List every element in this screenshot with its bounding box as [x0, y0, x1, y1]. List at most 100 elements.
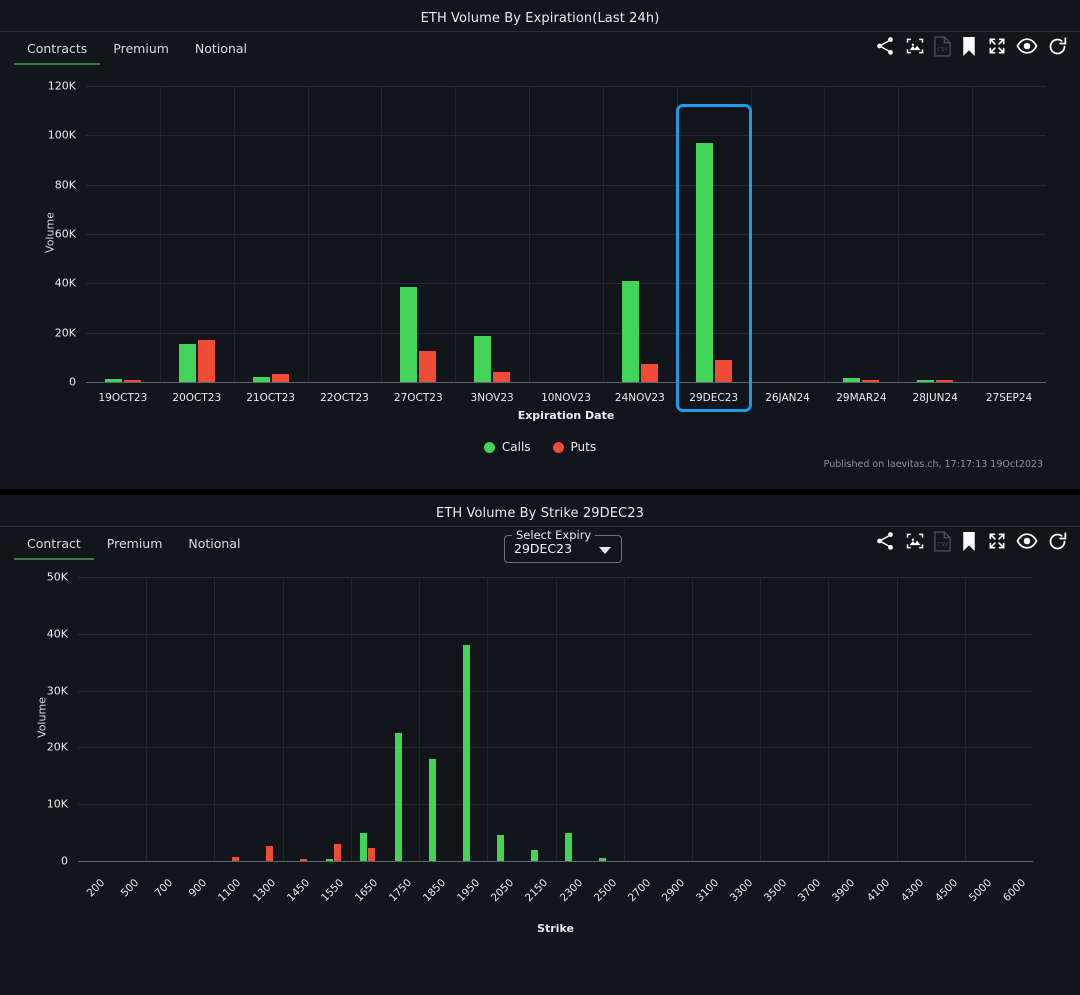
bar-calls-24NOV23[interactable] [621, 280, 639, 382]
bar-puts-29DEC23[interactable] [714, 359, 732, 382]
fullscreen-icon[interactable] [987, 531, 1007, 551]
chevron-down-icon [599, 547, 611, 554]
bar-puts-1450[interactable] [300, 859, 308, 861]
x-gridline [307, 86, 309, 382]
panel-title-2: ETH Volume By Strike 29DEC23 [436, 506, 644, 521]
csv-icon: CSV [934, 530, 951, 552]
bar-calls-1850[interactable] [428, 758, 436, 861]
bar-puts-29MAR24[interactable] [862, 380, 880, 382]
bar-puts-1300[interactable] [266, 845, 274, 861]
x-gridline [350, 577, 352, 861]
y-gridline [86, 135, 1046, 137]
x-gridline [896, 577, 898, 861]
x-gridline [282, 577, 284, 861]
selected-expiry-highlight [675, 103, 752, 412]
y-axis-tick-label: 40K [46, 627, 68, 641]
bar-calls-27OCT23[interactable] [400, 287, 418, 382]
x-axis-tick-label: 10NOV23 [541, 392, 591, 404]
bar-puts-24NOV23[interactable] [640, 363, 658, 382]
bar-calls-19OCT23[interactable] [104, 379, 122, 382]
x-gridline [455, 86, 457, 382]
legend-item-calls[interactable]: Calls [483, 440, 531, 454]
bar-puts-1650[interactable] [368, 847, 376, 861]
select-expiry-label: Select Expiry [512, 528, 596, 542]
y-axis-tick-label: 40K [54, 276, 76, 290]
tab-premium[interactable]: Premium [100, 32, 182, 65]
chart1-legend: Calls Puts [0, 440, 1080, 454]
x-axis-title: Strike [537, 922, 574, 935]
bar-puts-28JUN24[interactable] [936, 380, 954, 382]
bar-calls-1950[interactable] [462, 645, 470, 861]
svg-text:CSV: CSV [937, 542, 948, 548]
x-gridline [750, 86, 752, 382]
x-gridline [623, 577, 625, 861]
bar-puts-19OCT23[interactable] [123, 379, 141, 382]
bar-calls-28JUN24[interactable] [917, 380, 935, 382]
x-gridline [419, 577, 421, 861]
y-axis-tick-label: 20K [46, 740, 68, 754]
share-icon[interactable] [874, 530, 896, 552]
bar-calls-2050[interactable] [496, 835, 504, 861]
x-gridline [555, 577, 557, 861]
y-gridline [86, 184, 1046, 186]
x-axis-tick-label: 20OCT23 [172, 392, 222, 404]
fullscreen-icon[interactable] [987, 36, 1007, 56]
y-axis-tick-label: 30K [46, 684, 68, 698]
x-gridline [898, 86, 900, 382]
bar-puts-1100[interactable] [231, 857, 239, 861]
eye-icon[interactable] [1016, 36, 1038, 56]
tab-notional-2[interactable]: Notional [175, 527, 253, 560]
eye-icon[interactable] [1016, 531, 1038, 551]
x-axis-tick-label: 28JUN24 [912, 392, 958, 404]
bar-calls-29MAR24[interactable] [843, 378, 861, 382]
bar-puts-3NOV23[interactable] [493, 372, 511, 382]
expiration-chart-plot[interactable]: Volume 0 20K 40K 60K 80K 100K 120K 19OCT23 20OCT2… [0, 64, 1080, 422]
tab-notional[interactable]: Notional [182, 32, 260, 65]
x-gridline [691, 577, 693, 861]
share-icon[interactable] [874, 35, 896, 57]
refresh-icon[interactable] [1047, 36, 1068, 57]
save-image-icon[interactable] [905, 531, 925, 551]
x-gridline [760, 577, 762, 861]
tab-contracts[interactable]: Contracts [14, 32, 101, 65]
x-axis-tick-label: 21OCT23 [246, 392, 295, 404]
bookmark-icon[interactable] [960, 531, 978, 552]
bar-puts-20OCT23[interactable] [197, 340, 215, 382]
bar-calls-1650[interactable] [360, 832, 368, 861]
x-gridline [824, 86, 826, 382]
tab-contract[interactable]: Contract [14, 527, 94, 560]
x-gridline [964, 577, 966, 861]
bar-calls-1750[interactable] [394, 733, 402, 861]
bookmark-icon[interactable] [960, 36, 978, 57]
bar-calls-2150[interactable] [530, 849, 538, 861]
legend-swatch-icon [552, 441, 564, 453]
x-gridline [214, 577, 216, 861]
bar-calls-29DEC23[interactable] [695, 142, 713, 382]
x-gridline [676, 86, 678, 382]
x-gridline [146, 577, 148, 861]
bar-calls-21OCT23[interactable] [252, 376, 270, 382]
x-gridline [487, 577, 489, 861]
y-axis-tick-label: 50K [46, 570, 68, 584]
bar-calls-3NOV23[interactable] [474, 336, 492, 382]
refresh-icon[interactable] [1047, 531, 1068, 552]
bar-calls-20OCT23[interactable] [178, 343, 196, 382]
legend-item-puts[interactable]: Puts [552, 440, 596, 454]
tabbar-expiration: Contracts Premium Notional CSV [0, 31, 1080, 65]
x-axis-baseline [86, 382, 1046, 383]
strike-chart-plot[interactable]: Volume 0 10K 20K 30K 40K 50K 200 500 700 900 1100 13… [0, 559, 1080, 935]
x-gridline [828, 577, 830, 861]
tab-premium-2[interactable]: Premium [94, 527, 176, 560]
bar-puts-27OCT23[interactable] [419, 351, 437, 382]
x-axis-tick-label: 3NOV23 [470, 392, 514, 404]
save-image-icon[interactable] [905, 36, 925, 56]
bar-calls-2300[interactable] [565, 832, 573, 861]
x-axis-tick-label: 19OCT23 [98, 392, 148, 404]
csv-icon: CSV [934, 35, 951, 57]
bar-puts-1550[interactable] [334, 843, 342, 861]
bar-puts-21OCT23[interactable] [271, 374, 289, 382]
bar-calls-1550[interactable] [326, 859, 334, 861]
x-gridline [602, 86, 604, 382]
legend-swatch-icon [483, 441, 495, 453]
bar-calls-2500[interactable] [599, 858, 607, 861]
